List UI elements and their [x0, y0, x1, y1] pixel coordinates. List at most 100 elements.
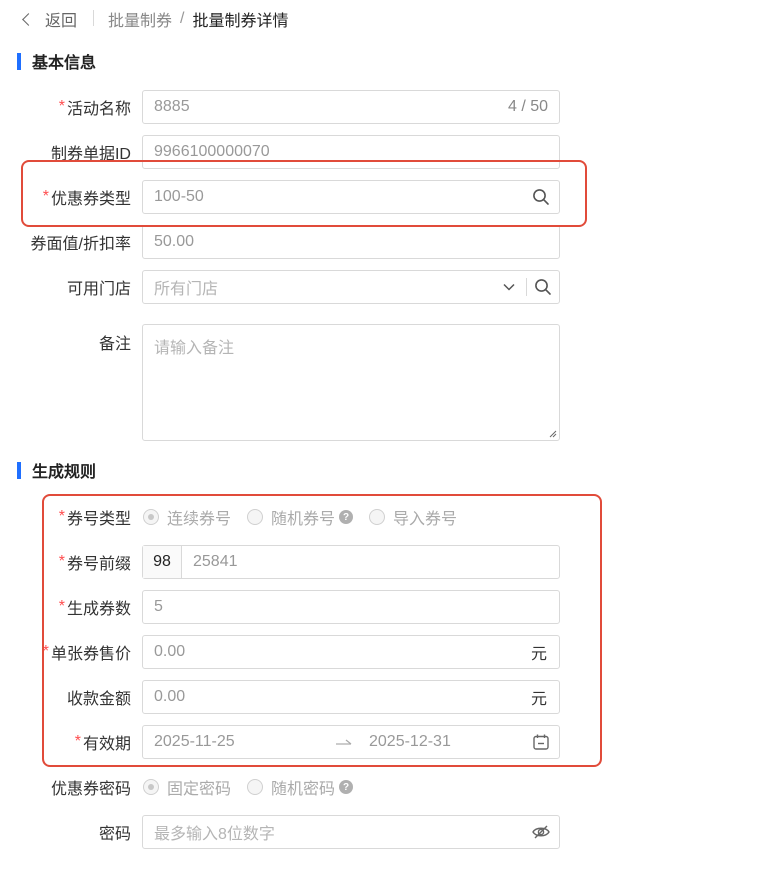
coupon-password-label: 优惠券密码	[51, 769, 131, 805]
amount-label: 收款金额	[67, 679, 131, 715]
eye-off-icon[interactable]	[523, 816, 559, 848]
password-label: 密码	[99, 814, 131, 850]
section-title-text: 基本信息	[32, 55, 97, 72]
label-text: 备注	[98, 336, 131, 353]
start-date[interactable]: 2025-11-25	[143, 733, 329, 751]
coupon-type-input[interactable]: 100-50	[142, 180, 560, 214]
radio-circle	[247, 509, 264, 525]
label-text: 生成券数	[66, 601, 131, 618]
label-text: 活动名称	[66, 101, 131, 118]
radio-sequential[interactable]: 连续券号	[143, 505, 231, 529]
label-text: 制券单据ID	[50, 146, 131, 163]
code-type-label: * 券号类型	[59, 499, 131, 535]
label-text: 优惠券类型	[50, 191, 131, 208]
radio-import[interactable]: 导入券号	[369, 505, 457, 529]
input-value: 0.00	[154, 688, 186, 705]
help-icon[interactable]: ?	[339, 510, 354, 524]
help-icon[interactable]: ?	[339, 780, 354, 794]
radio-label: 导入券号	[393, 511, 458, 528]
radio-random[interactable]: 随机券号 ?	[247, 505, 354, 529]
select-placeholder: 所有门店	[154, 281, 219, 298]
validity-label: * 有效期	[75, 724, 131, 760]
voucher-id-label: 制券单据ID	[51, 134, 131, 170]
section-title-rules: 生成规则	[17, 460, 97, 481]
unit-price-input[interactable]: 0.00 元	[142, 635, 560, 669]
search-icon[interactable]	[523, 181, 559, 213]
coupon-type-label: * 优惠券类型	[43, 179, 131, 215]
calendar-icon[interactable]	[523, 726, 559, 758]
breadcrumb-separator: /	[180, 10, 185, 27]
required-mark: *	[58, 553, 65, 570]
input-value: 5	[154, 598, 163, 615]
breadcrumb-parent[interactable]: 批量制券	[108, 7, 172, 31]
radio-circle	[143, 779, 159, 795]
unit-suffix: 元	[530, 646, 547, 663]
required-mark: *	[58, 598, 65, 615]
count-input[interactable]: 5	[142, 590, 560, 624]
radio-label: 连续券号	[167, 511, 232, 528]
label-text: 可用门店	[66, 281, 131, 298]
chevron-down-icon[interactable]	[492, 271, 526, 303]
coupon-password-radio-group: 固定密码 随机密码 ?	[143, 772, 369, 802]
end-date[interactable]: 2025-12-31	[359, 733, 523, 751]
chevron-left-icon	[22, 12, 35, 26]
label-text: 优惠券密码	[50, 781, 131, 798]
unit-suffix: 元	[530, 691, 547, 708]
label-text: 券面值/折扣率	[30, 236, 131, 253]
search-icon[interactable]	[527, 271, 559, 303]
label-text: 单张券售价	[50, 646, 131, 663]
voucher-id-input[interactable]: 9966100000070	[142, 135, 560, 169]
required-mark: *	[74, 733, 81, 750]
code-prefix-input[interactable]: 98 25841	[142, 545, 560, 579]
radio-random-password[interactable]: 随机密码 ?	[247, 775, 354, 799]
arrow-right-icon	[329, 738, 359, 746]
input-value: 50.00	[154, 233, 195, 250]
count-label: * 生成券数	[59, 589, 131, 625]
remark-textarea[interactable]: 请输入备注	[142, 324, 560, 441]
required-mark: *	[42, 643, 49, 660]
input-value: 25841	[193, 553, 238, 570]
required-mark: *	[58, 98, 65, 115]
amount-input[interactable]: 0.00 元	[142, 680, 560, 714]
face-value-label: 券面值/折扣率	[31, 224, 131, 260]
section-title-text: 生成规则	[32, 464, 97, 481]
radio-label: 随机券号	[271, 511, 336, 528]
required-mark: *	[58, 508, 65, 525]
activity-name-input[interactable]: 8885 4 / 50	[142, 90, 560, 124]
activity-name-label: * 活动名称	[59, 89, 131, 125]
password-input[interactable]: 最多输入8位数字	[142, 815, 560, 849]
unit-price-label: * 单张券售价	[43, 634, 131, 670]
face-value-input[interactable]: 50.00	[142, 225, 560, 259]
label-text: 有效期	[82, 736, 131, 753]
input-value: 8885	[154, 98, 190, 115]
input-value: 0.00	[154, 643, 186, 660]
resize-handle-icon[interactable]	[549, 430, 557, 438]
back-button[interactable]: 返回	[20, 8, 77, 30]
radio-circle	[143, 509, 159, 525]
back-label: 返回	[45, 13, 78, 30]
remark-label: 备注	[99, 324, 131, 360]
radio-circle	[369, 509, 386, 525]
section-accent-bar	[17, 461, 21, 479]
validity-range-picker[interactable]: 2025-11-25 2025-12-31	[142, 725, 560, 759]
label-text: 券号前缀	[66, 556, 131, 573]
stores-select[interactable]: 所有门店	[142, 270, 560, 304]
input-value: 100-50	[154, 188, 204, 205]
char-counter: 4 / 50	[507, 98, 548, 115]
label-text: 券号类型	[66, 511, 131, 528]
radio-circle	[247, 779, 264, 795]
code-prefix-label: * 券号前缀	[59, 544, 131, 580]
input-value: 9966100000070	[154, 143, 270, 160]
radio-label: 固定密码	[167, 781, 232, 798]
stores-label: 可用门店	[67, 269, 131, 305]
section-accent-bar	[17, 52, 21, 70]
prefix-addon: 98	[143, 546, 182, 578]
label-text: 收款金额	[66, 691, 131, 708]
section-title-basic: 基本信息	[17, 51, 97, 72]
required-mark: *	[42, 188, 49, 205]
radio-fixed-password[interactable]: 固定密码	[143, 775, 231, 799]
breadcrumb-current: 批量制券详情	[192, 13, 289, 30]
breadcrumb: 批量制券 / 批量制券详情	[108, 8, 288, 30]
label-text: 密码	[98, 826, 131, 843]
textarea-placeholder: 请输入备注	[154, 340, 235, 357]
